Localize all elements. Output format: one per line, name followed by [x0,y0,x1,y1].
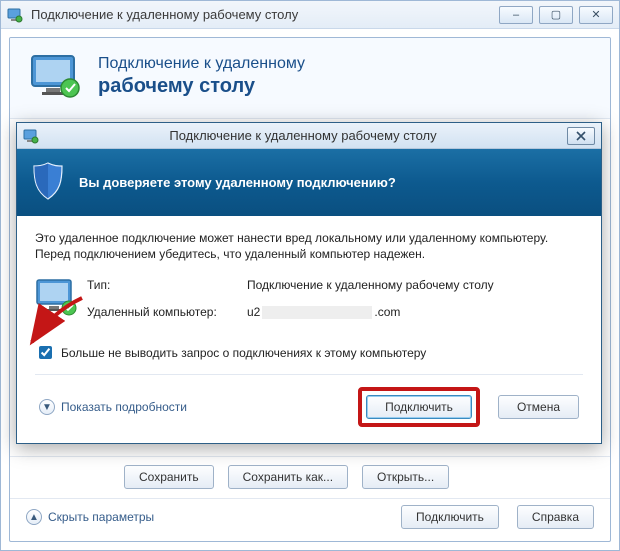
warning-text: Это удаленное подключение может нанести … [35,230,583,262]
monitor-small-icon [35,278,87,321]
app-banner: Подключение к удаленному рабочему столу [10,38,610,119]
cancel-button[interactable]: Отмена [498,395,579,419]
connect-button[interactable]: Подключить [366,395,472,419]
rdp-app-icon [23,128,39,144]
chevron-down-icon: ▼ [39,399,55,415]
checkbox-label: Больше не выводить запрос о подключениях… [61,346,426,360]
window-title: Подключение к удаленному рабочему столу [31,7,298,22]
save-button[interactable]: Сохранить [124,465,214,489]
close-icon [576,131,586,141]
window-titlebar[interactable]: Подключение к удаленному рабочему столу … [1,1,619,29]
monitor-icon [28,52,84,100]
shield-icon [31,161,65,204]
hide-options-label: Скрыть параметры [48,510,154,524]
checkbox-input[interactable] [39,346,52,359]
open-button[interactable]: Открыть... [362,465,449,489]
trust-banner: Вы доверяете этому удаленному подключени… [17,149,601,216]
redacted-host [262,306,372,319]
save-buttons-row: Сохранить Сохранить как... Открыть... [10,456,610,497]
window-footer: ▲ Скрыть параметры Подключить Справка [10,498,610,535]
type-label: Тип: [87,278,247,292]
show-details-button[interactable]: ▼ Показать подробности [39,399,187,415]
dialog-title: Подключение к удаленному рабочему столу [39,128,567,143]
maximize-button[interactable]: ▢ [539,6,573,24]
trust-dialog: Подключение к удаленному рабочему столу … [16,122,602,444]
save-as-button[interactable]: Сохранить как... [228,465,348,489]
dialog-titlebar[interactable]: Подключение к удаленному рабочему столу [17,123,601,149]
remote-computer-value: u2.com [247,305,583,319]
trust-question: Вы доверяете этому удаленному подключени… [79,175,396,190]
dont-ask-again-checkbox[interactable]: Больше не выводить запрос о подключениях… [35,343,583,362]
show-details-label: Показать подробности [61,400,187,414]
rdp-app-icon [7,7,23,23]
hide-options-button[interactable]: ▲ Скрыть параметры [26,509,154,525]
remote-computer-label: Удаленный компьютер: [87,305,247,319]
chevron-up-icon: ▲ [26,509,42,525]
dialog-close-button[interactable] [567,127,595,145]
banner-line2: рабочему столу [98,74,305,99]
type-value: Подключение к удаленному рабочему столу [247,278,583,292]
footer-help-button[interactable]: Справка [517,505,594,529]
banner-line1: Подключение к удаленному [98,54,305,74]
connect-highlight-frame: Подключить [358,387,480,427]
minimize-button[interactable]: – [499,6,533,24]
close-window-button[interactable]: ✕ [579,6,613,24]
footer-connect-button[interactable]: Подключить [401,505,499,529]
